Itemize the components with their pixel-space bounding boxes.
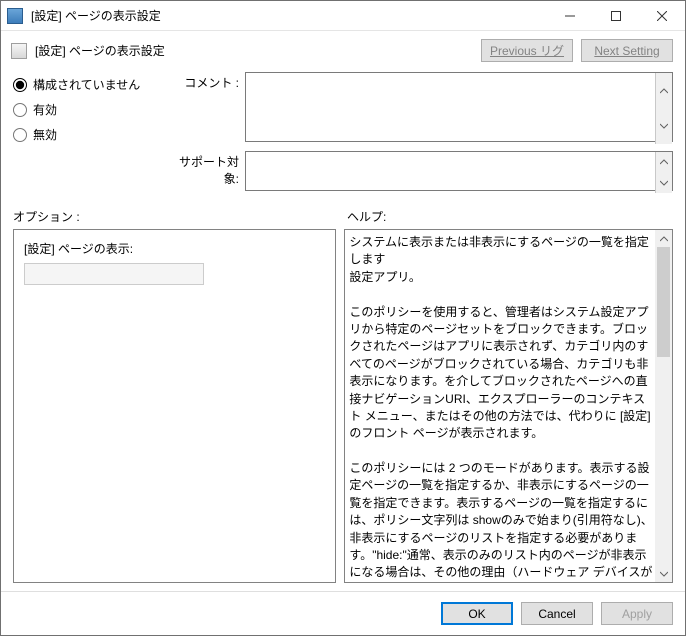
radio-disabled-label: 無効: [33, 126, 57, 143]
radio-disabled-input[interactable]: [13, 128, 27, 142]
minimize-button[interactable]: [547, 1, 593, 30]
support-wrap: [245, 151, 673, 194]
lower-area: [設定] ページの表示: システムに表示または非表示にするページの一覧を指定しま…: [1, 229, 685, 591]
upper-area: 構成されていません 有効 無効 コメント :: [1, 68, 685, 198]
next-setting-button[interactable]: Next Setting: [581, 39, 673, 62]
policy-title: [設定] ページの表示設定: [35, 42, 473, 59]
window-controls: [547, 1, 685, 30]
state-radio-group: 構成されていません 有効 無効: [13, 72, 163, 194]
scroll-down-icon[interactable]: [655, 565, 672, 582]
comment-label: コメント :: [171, 72, 239, 91]
help-section-label: ヘルプ:: [343, 208, 673, 225]
cancel-button[interactable]: Cancel: [521, 602, 593, 625]
scroll-up-icon[interactable]: [656, 73, 672, 109]
radio-enabled-input[interactable]: [13, 103, 27, 117]
radio-not-configured-label: 構成されていません: [33, 76, 140, 93]
radio-not-configured-input[interactable]: [13, 78, 27, 92]
footer: OK Cancel Apply: [1, 591, 685, 635]
help-panel: システムに表示または非表示にするページの一覧を指定します 設定アプリ。 このポリ…: [344, 229, 673, 583]
options-section-label: オプション :: [13, 208, 343, 225]
option-field-label: [設定] ページの表示:: [24, 240, 325, 257]
comment-scrollbar[interactable]: [655, 73, 672, 144]
support-row: サポート対象:: [171, 151, 673, 194]
radio-not-configured[interactable]: 構成されていません: [13, 76, 163, 93]
close-button[interactable]: [639, 1, 685, 30]
app-icon: [7, 8, 23, 24]
radio-enabled-label: 有効: [33, 101, 57, 118]
support-scrollbar[interactable]: [655, 152, 672, 193]
comment-wrap: [245, 72, 673, 145]
maximize-button[interactable]: [593, 1, 639, 30]
header-row: [設定] ページの表示設定 Previous リグ Next Setting: [1, 31, 685, 68]
titlebar: [設定] ページの表示設定: [1, 1, 685, 31]
radio-disabled[interactable]: 無効: [13, 126, 163, 143]
comment-textarea[interactable]: [245, 72, 673, 142]
apply-button: Apply: [601, 602, 673, 625]
section-labels: オプション : ヘルプ:: [1, 198, 685, 229]
previous-setting-button[interactable]: Previous リグ: [481, 39, 573, 62]
help-text: システムに表示または非表示にするページの一覧を指定します 設定アプリ。 このポリ…: [349, 234, 654, 578]
scroll-thumb[interactable]: [657, 247, 670, 357]
scroll-up-icon[interactable]: [655, 230, 672, 247]
help-scrollbar[interactable]: [655, 230, 672, 582]
scroll-down-icon[interactable]: [656, 173, 672, 194]
support-label: サポート対象:: [171, 151, 239, 187]
policy-icon: [11, 43, 27, 59]
dialog-window: [設定] ページの表示設定 [設定] ページの表示設定 Previous リグ …: [0, 0, 686, 636]
fields-area: コメント : サポート対象:: [171, 72, 673, 194]
radio-enabled[interactable]: 有効: [13, 101, 163, 118]
ok-button[interactable]: OK: [441, 602, 513, 625]
scroll-track[interactable]: [655, 247, 672, 565]
window-title: [設定] ページの表示設定: [29, 7, 547, 24]
scroll-down-icon[interactable]: [656, 109, 672, 145]
scroll-up-icon[interactable]: [656, 152, 672, 173]
options-panel: [設定] ページの表示:: [13, 229, 336, 583]
option-field-input: [24, 263, 204, 285]
comment-row: コメント :: [171, 72, 673, 145]
support-textarea: [245, 151, 673, 191]
